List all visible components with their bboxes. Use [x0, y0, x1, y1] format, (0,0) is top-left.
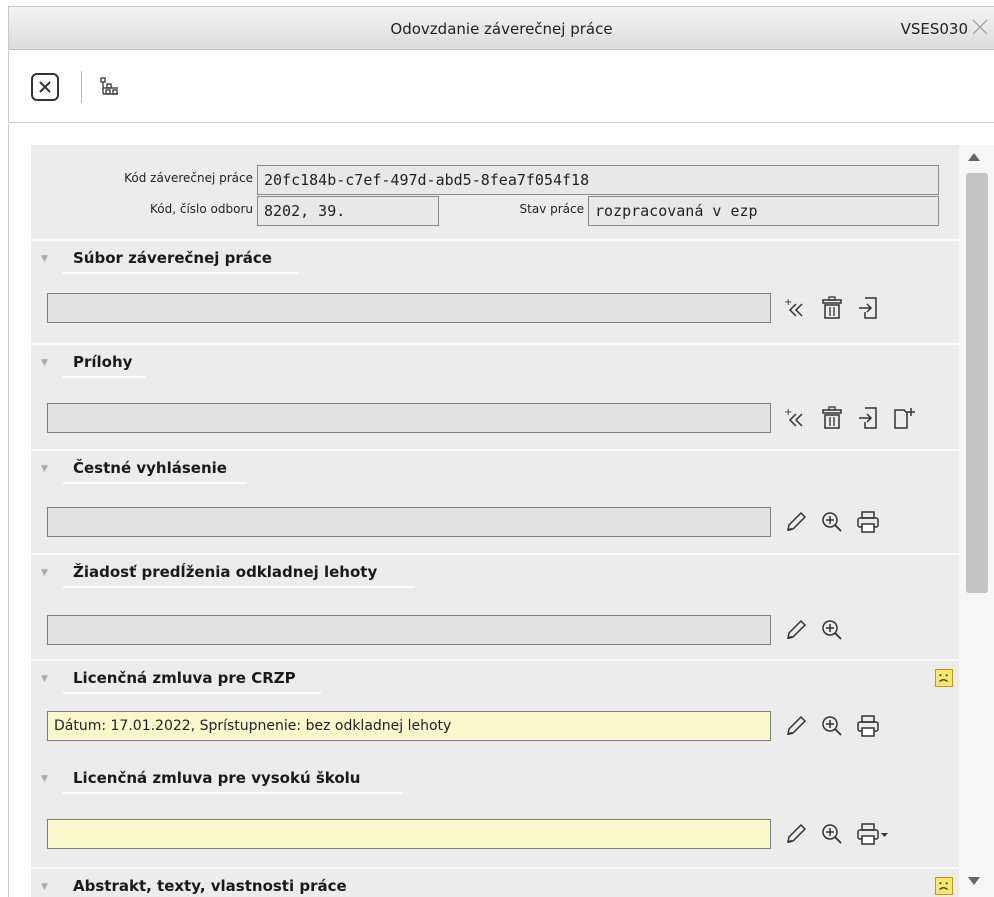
collapse-triangle-icon[interactable]: ▼ — [41, 358, 48, 368]
section-subor: ▼ Súbor záverečnej práce + — [31, 239, 961, 345]
vertical-scrollbar[interactable] — [959, 145, 994, 897]
sad-face-icon — [935, 669, 953, 687]
form-content: Kód záverečnej práce 20fc184b-c7ef-497d-… — [8, 124, 994, 897]
divider — [63, 792, 403, 794]
stav-label: Stav práce — [519, 202, 584, 216]
zoom-icon[interactable] — [819, 617, 845, 643]
delete-icon[interactable] — [819, 405, 845, 431]
edit-icon[interactable] — [783, 713, 809, 739]
section-title: Súbor záverečnej práce — [73, 249, 272, 267]
form-panel: Kód záverečnej práce 20fc184b-c7ef-497d-… — [31, 145, 961, 897]
new-document-icon[interactable] — [891, 405, 917, 431]
print-icon[interactable] — [855, 713, 881, 739]
section-header[interactable]: ▼ Abstrakt, texty, vlastnosti práce — [31, 869, 961, 897]
svg-text:+: + — [784, 297, 792, 308]
delete-icon[interactable] — [819, 295, 845, 321]
section-title: Čestné vyhlásenie — [73, 459, 227, 477]
window-title: Odovzdanie záverečnej práce — [390, 20, 613, 38]
section-cestne: ▼ Čestné vyhlásenie — [31, 449, 961, 555]
section-title: Licenčná zmluva pre CRZP — [73, 669, 296, 687]
section-title: Žiadosť predĺženia odkladnej lehoty — [73, 563, 378, 581]
section-header[interactable]: ▼ Súbor záverečnej práce — [31, 241, 961, 275]
import-icon[interactable] — [855, 295, 881, 321]
section-prilohy: ▼ Prílohy + — [31, 343, 961, 451]
section-header[interactable]: ▼ Licenčná zmluva pre vysokú školu — [31, 761, 961, 795]
prilohy-field[interactable] — [47, 403, 771, 433]
zoom-icon[interactable] — [819, 821, 845, 847]
scroll-up-icon[interactable] — [968, 153, 980, 161]
collapse-triangle-icon[interactable]: ▼ — [41, 254, 48, 264]
collapse-triangle-icon[interactable]: ▼ — [41, 464, 48, 474]
section-ziadost: ▼ Žiadosť predĺženia odkladnej lehoty — [31, 553, 961, 661]
toolbar-divider — [81, 71, 82, 103]
collapse-triangle-icon[interactable]: ▼ — [41, 568, 48, 578]
licencna-vs-field[interactable] — [47, 819, 771, 849]
section-header[interactable]: ▼ Žiadosť predĺženia odkladnej lehoty — [31, 555, 961, 589]
edit-icon[interactable] — [783, 617, 809, 643]
toolbar — [8, 51, 994, 123]
form-code: VSES030 — [900, 20, 968, 38]
print-icon[interactable] — [855, 509, 881, 535]
section-licencna-vs: ▼ Licenčná zmluva pre vysokú školu — [31, 761, 961, 867]
section-header[interactable]: ▼ Prílohy — [31, 345, 961, 379]
close-button[interactable] — [31, 73, 59, 101]
divider — [63, 692, 321, 694]
window-titlebar: Odovzdanie záverečnej práce VSES030 — [8, 6, 994, 50]
section-licencna-crzp: ▼ Licenčná zmluva pre CRZP Dátum: 17.01.… — [31, 659, 961, 763]
licencna-crzp-field[interactable]: Dátum: 17.01.2022, Sprístupnenie: bez od… — [47, 711, 771, 741]
stav-field[interactable]: rozpracovaná v ezp — [588, 196, 939, 226]
close-icon — [39, 81, 51, 93]
divider — [63, 482, 247, 484]
kod-label: Kód záverečnej práce — [124, 171, 253, 185]
edit-icon[interactable] — [783, 821, 809, 847]
section-title: Abstrakt, texty, vlastnosti práce — [73, 877, 347, 895]
ziadost-field[interactable] — [47, 615, 771, 645]
divider — [63, 586, 415, 588]
zoom-icon[interactable] — [819, 713, 845, 739]
odbor-field[interactable]: 8202, 39. — [257, 196, 439, 226]
odbor-label: Kód, číslo odboru — [150, 202, 253, 216]
section-abstrakt: ▼ Abstrakt, texty, vlastnosti práce — [31, 867, 961, 897]
collapse-triangle-icon[interactable]: ▼ — [41, 674, 48, 684]
collapse-triangle-icon[interactable]: ▼ — [41, 882, 48, 892]
edit-icon[interactable] — [783, 509, 809, 535]
print-dropdown-icon[interactable] — [855, 821, 889, 847]
window-close-icon[interactable] — [968, 15, 992, 39]
divider — [63, 272, 299, 274]
zoom-icon[interactable] — [819, 509, 845, 535]
import-icon[interactable] — [855, 405, 881, 431]
section-header[interactable]: ▼ Licenčná zmluva pre CRZP — [31, 661, 961, 695]
section-title: Licenčná zmluva pre vysokú školu — [73, 769, 361, 787]
collapse-triangle-icon[interactable]: ▼ — [41, 774, 48, 784]
subor-field[interactable] — [47, 293, 771, 323]
add-icon[interactable]: + — [783, 295, 809, 321]
sad-face-icon — [935, 877, 953, 895]
scroll-down-icon[interactable] — [968, 877, 980, 885]
svg-text:+: + — [784, 407, 792, 418]
cestne-field[interactable] — [47, 507, 771, 537]
divider — [63, 376, 145, 378]
section-title: Prílohy — [73, 353, 133, 371]
kod-field[interactable]: 20fc184b-c7ef-497d-abd5-8fea7f054f18 — [257, 165, 939, 195]
add-icon[interactable]: + — [783, 405, 809, 431]
hierarchy-icon[interactable] — [99, 76, 121, 98]
section-header[interactable]: ▼ Čestné vyhlásenie — [31, 451, 961, 485]
scrollbar-thumb[interactable] — [966, 173, 988, 593]
